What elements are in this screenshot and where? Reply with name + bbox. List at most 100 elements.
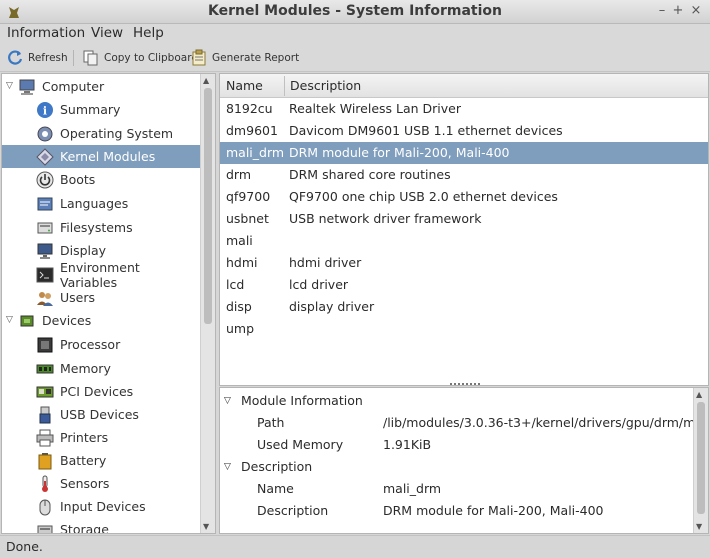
scroll-up-arrow-icon[interactable]: ▲ xyxy=(203,76,209,85)
sidebar-label-boots: Boots xyxy=(60,172,96,187)
table-row[interactable]: qf9700 QF9700 one chip USB 2.0 ethernet d… xyxy=(220,186,708,208)
detail-row-path: Path /lib/modules/3.0.36-t3+/kernel/driv… xyxy=(220,412,703,434)
monitor-icon xyxy=(37,243,53,259)
sidebar-item-processor[interactable]: Processor xyxy=(2,333,200,356)
sidebar-label-storage: Storage xyxy=(60,522,109,534)
close-button[interactable]: × xyxy=(688,3,704,19)
sidebar-item-input-devices[interactable]: Input Devices xyxy=(2,495,200,518)
sidebar-label-languages: Languages xyxy=(60,196,129,211)
processor-icon xyxy=(37,337,53,352)
section-description[interactable]: ▽ Description xyxy=(220,456,690,478)
sidebar-item-battery[interactable]: Battery xyxy=(2,449,200,472)
module-name: qf9700 xyxy=(226,189,271,204)
detail-row-used-memory: Used Memory 1.91KiB xyxy=(220,434,690,456)
sidebar-tree: ▽ Computer i Summary Operating System Ke… xyxy=(1,73,216,534)
sidebar-item-operating-system[interactable]: Operating System xyxy=(2,122,200,145)
sidebar-item-storage[interactable]: Storage xyxy=(2,518,200,534)
column-header-name[interactable]: Name xyxy=(226,78,263,93)
sidebar-item-users[interactable]: Users xyxy=(2,286,200,309)
sidebar-item-summary[interactable]: i Summary xyxy=(2,98,200,121)
power-icon xyxy=(36,171,54,188)
computer-icon xyxy=(19,79,35,95)
sidebar-item-printers[interactable]: Printers xyxy=(2,426,200,449)
sidebar-item-sensors[interactable]: Sensors xyxy=(2,472,200,495)
table-row[interactable]: lcd lcd driver xyxy=(220,274,708,296)
menu-view[interactable]: View xyxy=(91,25,123,41)
refresh-button[interactable]: Refresh xyxy=(6,48,68,68)
detail-label-name: Name xyxy=(257,481,294,496)
tree-group-devices[interactable]: Devices xyxy=(18,309,200,332)
pci-card-icon xyxy=(36,386,54,397)
sidebar-item-filesystems[interactable]: Filesystems xyxy=(2,216,200,239)
report-icon xyxy=(192,49,206,66)
expand-arrow-icon[interactable]: ▽ xyxy=(224,462,231,472)
copy-to-clipboard-button[interactable]: Copy to Clipboard xyxy=(82,48,198,68)
sidebar-item-languages[interactable]: Languages xyxy=(2,192,200,215)
tree-group-computer[interactable]: Computer xyxy=(18,75,200,98)
window-title: Kernel Modules - System Information xyxy=(208,3,502,19)
status-bar: Done. xyxy=(0,535,710,558)
table-row[interactable]: ump xyxy=(220,318,708,340)
minimize-button[interactable]: – xyxy=(654,3,670,19)
module-name: ump xyxy=(226,321,255,336)
module-name: hdmi xyxy=(226,255,258,270)
sidebar-label-pci-devices: PCI Devices xyxy=(60,384,134,399)
sidebar-label-printers: Printers xyxy=(60,430,109,445)
table-row[interactable]: mali xyxy=(220,230,708,252)
battery-icon xyxy=(38,452,52,469)
sidebar-label-memory: Memory xyxy=(60,361,111,376)
detail-value-description: DRM module for Mali-200, Mali-400 xyxy=(383,503,604,518)
pane-splitter-handle[interactable] xyxy=(450,382,480,386)
module-description: display driver xyxy=(289,299,375,314)
sidebar-item-memory[interactable]: Memory xyxy=(2,357,200,380)
devices-chip-icon xyxy=(20,315,34,326)
maximize-button[interactable]: + xyxy=(670,3,686,19)
module-name: drm xyxy=(226,167,252,182)
module-description: DRM module for Mali-200, Mali-400 xyxy=(289,145,510,160)
table-row[interactable]: drm DRM shared core routines xyxy=(220,164,708,186)
sidebar-scrollbar[interactable]: ▲ ▼ xyxy=(200,74,215,533)
table-row[interactable]: disp display driver xyxy=(220,296,708,318)
sidebar-label-input-devices: Input Devices xyxy=(60,499,146,514)
table-row[interactable]: usbnet USB network driver framework xyxy=(220,208,708,230)
sidebar-label-summary: Summary xyxy=(60,102,121,117)
sidebar-scroll-thumb[interactable] xyxy=(204,88,212,324)
column-header-description[interactable]: Description xyxy=(290,78,361,93)
table-row[interactable]: hdmi hdmi driver xyxy=(220,252,708,274)
sidebar-item-usb-devices[interactable]: USB Devices xyxy=(2,403,200,426)
scroll-down-arrow-icon[interactable]: ▼ xyxy=(696,522,702,531)
sidebar-label-filesystems: Filesystems xyxy=(60,220,133,235)
sidebar-item-boots[interactable]: Boots xyxy=(2,168,200,191)
menu-information[interactable]: Information xyxy=(7,25,85,41)
sidebar-item-pci-devices[interactable]: PCI Devices xyxy=(2,380,200,403)
toolbar-separator xyxy=(73,50,74,66)
generate-report-button[interactable]: Generate Report xyxy=(190,48,299,68)
table-row-selected[interactable]: mali_drm DRM module for Mali-200, Mali-40… xyxy=(220,142,708,164)
sidebar-label-environment-variables: Environment Variables xyxy=(60,259,140,290)
info-icon: i xyxy=(37,101,53,118)
table-row[interactable]: 8192cu Realtek Wireless Lan Driver xyxy=(220,98,708,120)
section-label-module-information: Module Information xyxy=(241,393,363,408)
collapse-devices-icon[interactable]: ▽ xyxy=(6,315,16,325)
scroll-up-arrow-icon[interactable]: ▲ xyxy=(696,390,702,399)
section-module-information[interactable]: ▽ Module Information xyxy=(220,390,690,412)
column-separator[interactable] xyxy=(284,76,285,96)
expand-arrow-icon[interactable]: ▽ xyxy=(224,396,231,406)
sidebar-label-kernel-modules: Kernel Modules xyxy=(60,149,156,164)
sidebar-label-users: Users xyxy=(60,290,96,305)
thermometer-icon xyxy=(42,475,48,492)
module-name: mali_drm xyxy=(226,145,285,160)
table-row[interactable]: dm9601 Davicom DM9601 USB 1.1 ethernet de… xyxy=(220,120,708,142)
module-description: QF9700 one chip USB 2.0 ethernet devices xyxy=(289,189,558,204)
module-description: lcd driver xyxy=(289,277,349,292)
sidebar-label-processor: Processor xyxy=(60,337,121,352)
section-label-description: Description xyxy=(241,459,313,474)
scroll-down-arrow-icon[interactable]: ▼ xyxy=(203,522,209,531)
menu-help[interactable]: Help xyxy=(133,25,164,41)
report-label: Generate Report xyxy=(212,52,300,64)
sidebar-item-environment-variables[interactable]: Environment Variables xyxy=(2,260,200,290)
collapse-computer-icon[interactable]: ▽ xyxy=(6,81,16,91)
sidebar-item-kernel-modules[interactable]: Kernel Modules xyxy=(2,145,200,168)
details-scroll-thumb[interactable] xyxy=(697,402,705,514)
details-scrollbar[interactable]: ▲ ▼ xyxy=(693,388,708,533)
